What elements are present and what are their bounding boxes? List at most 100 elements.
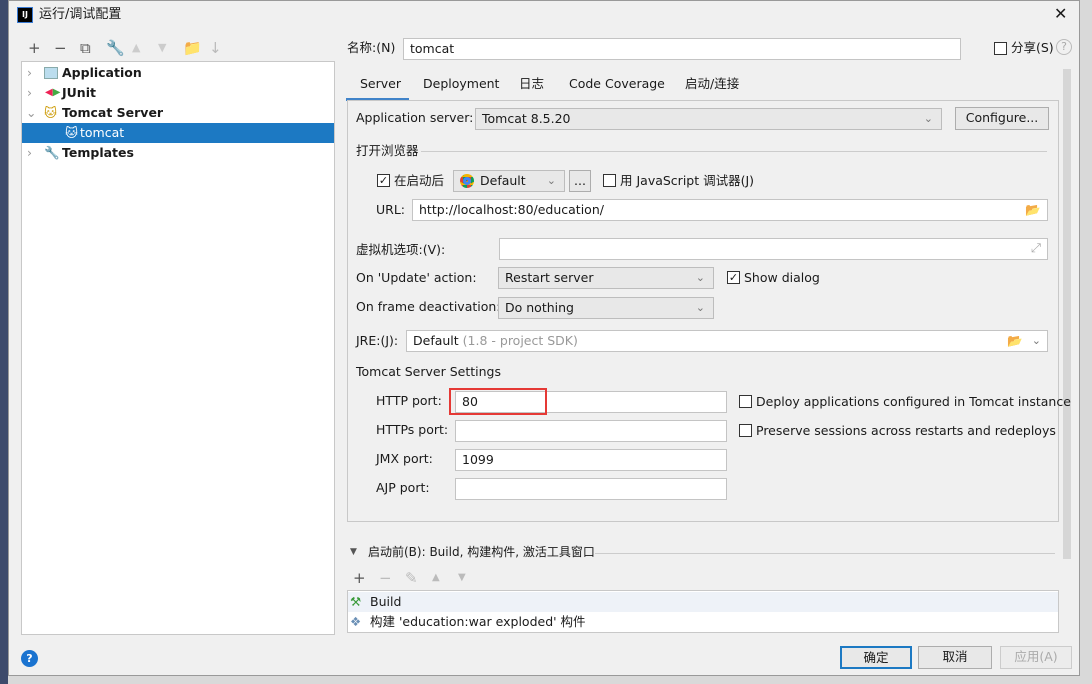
tomcat-icon: 🐱 — [65, 125, 79, 140]
folder-add-icon[interactable]: 📁 — [183, 40, 202, 56]
jre-select[interactable]: Default (1.8 - project SDK) 📂 ⌄ — [406, 330, 1048, 352]
tomcat-settings-label: Tomcat Server Settings — [356, 364, 501, 379]
tab-server[interactable]: Server — [360, 76, 401, 92]
before-launch-title: 启动前(B): Build, 构建构件, 激活工具窗口 — [368, 545, 595, 559]
ide-background — [0, 0, 8, 684]
close-icon[interactable]: ✕ — [1054, 6, 1067, 22]
collapse-triangle-icon[interactable]: ▼ — [350, 544, 357, 560]
js-debugger-checkbox[interactable] — [603, 174, 616, 187]
help-icon[interactable]: ? — [21, 650, 38, 667]
remove-task-icon[interactable]: − — [379, 570, 392, 586]
tab-code-coverage[interactable]: Code Coverage — [569, 76, 665, 92]
tree-item-application[interactable]: › Application — [22, 63, 334, 83]
window-title: 运行/调试配置 — [39, 7, 122, 22]
wrench-icon[interactable]: 🔧 — [106, 40, 125, 56]
intellij-logo-icon: IJ — [17, 7, 33, 23]
update-action-select[interactable]: Restart server ⌄ — [498, 267, 714, 289]
https-port-input[interactable] — [455, 420, 727, 442]
jre-value: Default — [413, 333, 459, 348]
tree-item-label: Application — [62, 65, 142, 80]
deploy-apps-label: Deploy applications configured in Tomcat… — [756, 394, 1071, 409]
scrollbar[interactable] — [1063, 69, 1071, 559]
tab-deployment[interactable]: Deployment — [423, 76, 499, 92]
sort-icon[interactable]: ↓ — [209, 40, 222, 56]
folder-icon[interactable]: 📂 — [1025, 202, 1041, 218]
ajp-port-input[interactable] — [455, 478, 727, 500]
chevron-down-icon: ⌄ — [695, 271, 705, 284]
deploy-apps-checkbox[interactable] — [739, 395, 752, 408]
update-action-label: On 'Update' action: — [356, 270, 477, 285]
config-tree: › Application › ◀▶ JUnit ⌄ 🐱 Tomcat Server 🐱 t… — [21, 61, 335, 635]
ok-button[interactable]: 确定 — [840, 646, 912, 669]
move-up-icon[interactable]: ▲ — [132, 40, 140, 56]
run-debug-dialog: IJ 运行/调试配置 ✕ + − ⧉ 🔧 ▲ ▼ 📁 ↓ › Applicatio… — [8, 0, 1080, 676]
frame-deactivation-select[interactable]: Do nothing ⌄ — [498, 297, 714, 319]
list-item-label: Build — [370, 594, 402, 609]
browser-more-button[interactable]: ... — [569, 170, 591, 192]
divider — [595, 553, 1055, 554]
cancel-button[interactable]: 取消 — [918, 646, 992, 669]
preserve-sessions-checkbox[interactable] — [739, 424, 752, 437]
jmx-port-input[interactable]: 1099 — [455, 449, 727, 471]
add-task-icon[interactable]: + — [353, 570, 366, 586]
apply-button[interactable]: 应用(A) — [1000, 646, 1072, 669]
preserve-sessions-label: Preserve sessions across restarts and re… — [756, 423, 1056, 438]
tree-item-tomcat-server[interactable]: ⌄ 🐱 Tomcat Server — [22, 103, 334, 123]
add-icon[interactable]: + — [28, 40, 41, 56]
help-icon[interactable]: ? — [1056, 39, 1072, 55]
browser-value: Default — [480, 173, 526, 188]
move-up-icon[interactable]: ▲ — [432, 570, 440, 586]
wrench-icon: 🔧 — [44, 145, 60, 160]
highlight-box — [449, 388, 547, 415]
tree-item-label: tomcat — [80, 125, 125, 140]
js-debugger-label: 用 JavaScript 调试器(J) — [620, 173, 755, 188]
tab-logs[interactable]: 日志 — [519, 76, 544, 92]
tab-startup[interactable]: 启动/连接 — [685, 76, 739, 92]
http-port-label: HTTP port: — [376, 393, 442, 408]
move-down-icon[interactable]: ▼ — [458, 570, 466, 586]
copy-icon[interactable]: ⧉ — [80, 40, 91, 56]
configure-button[interactable]: Configure... — [955, 107, 1049, 130]
name-input[interactable]: tomcat — [403, 38, 961, 60]
https-port-label: HTTPs port: — [376, 422, 449, 437]
vm-options-label: 虚拟机选项:(V): — [356, 242, 446, 257]
tree-item-junit[interactable]: › ◀▶ JUnit — [22, 83, 334, 103]
remove-icon[interactable]: − — [54, 40, 67, 56]
edit-task-icon[interactable]: ✎ — [405, 570, 418, 586]
tree-item-label: Tomcat Server — [62, 105, 164, 120]
chevron-down-icon: ⌄ — [546, 174, 556, 187]
update-action-value: Restart server — [505, 270, 594, 285]
jmx-port-label: JMX port: — [376, 451, 433, 466]
url-value: http://localhost:80/education/ — [419, 202, 604, 217]
frame-deactivation-value: Do nothing — [505, 300, 574, 315]
chevron-down-icon: ⌄ — [695, 301, 705, 314]
tree-item-templates[interactable]: › 🔧 Templates — [22, 143, 334, 163]
frame-deactivation-label: On frame deactivation: — [356, 299, 501, 314]
app-server-value: Tomcat 8.5.20 — [482, 111, 571, 126]
app-server-select[interactable]: Tomcat 8.5.20 ⌄ — [475, 108, 942, 130]
show-dialog-checkbox[interactable]: ✓ — [727, 271, 740, 284]
tree-item-label: Templates — [62, 145, 134, 160]
chevron-down-icon: ⌄ — [1031, 334, 1041, 347]
folder-icon[interactable]: 📂 — [1007, 333, 1023, 349]
expand-icon[interactable]: ⤢ — [1031, 240, 1041, 256]
browser-section-label: 打开浏览器 — [356, 143, 419, 158]
application-icon — [44, 67, 58, 79]
url-label: URL: — [376, 202, 406, 217]
junit-icon: ◀▶ — [45, 87, 61, 98]
ajp-port-label: AJP port: — [376, 480, 430, 495]
tree-item-tomcat[interactable]: 🐱 tomcat — [22, 123, 334, 143]
move-down-icon[interactable]: ▼ — [158, 40, 166, 56]
list-item-label: 构建 'education:war exploded' 构件 — [370, 614, 586, 629]
url-input[interactable]: http://localhost:80/education/ 📂 — [412, 199, 1048, 221]
list-item-build[interactable]: ⚒ Build — [348, 592, 1058, 612]
list-item-artifact[interactable]: ❖ 构建 'education:war exploded' 构件 — [348, 612, 1058, 632]
browser-select[interactable]: Default ⌄ — [453, 170, 565, 192]
app-server-label: Application server: — [356, 110, 474, 125]
share-checkbox[interactable] — [994, 42, 1007, 55]
share-label: 分享(S) — [1011, 40, 1054, 55]
after-launch-checkbox[interactable]: ✓ — [377, 174, 390, 187]
vm-options-input[interactable]: ⤢ — [499, 238, 1048, 260]
artifact-icon: ❖ — [350, 614, 362, 629]
tree-item-label: JUnit — [62, 85, 96, 100]
